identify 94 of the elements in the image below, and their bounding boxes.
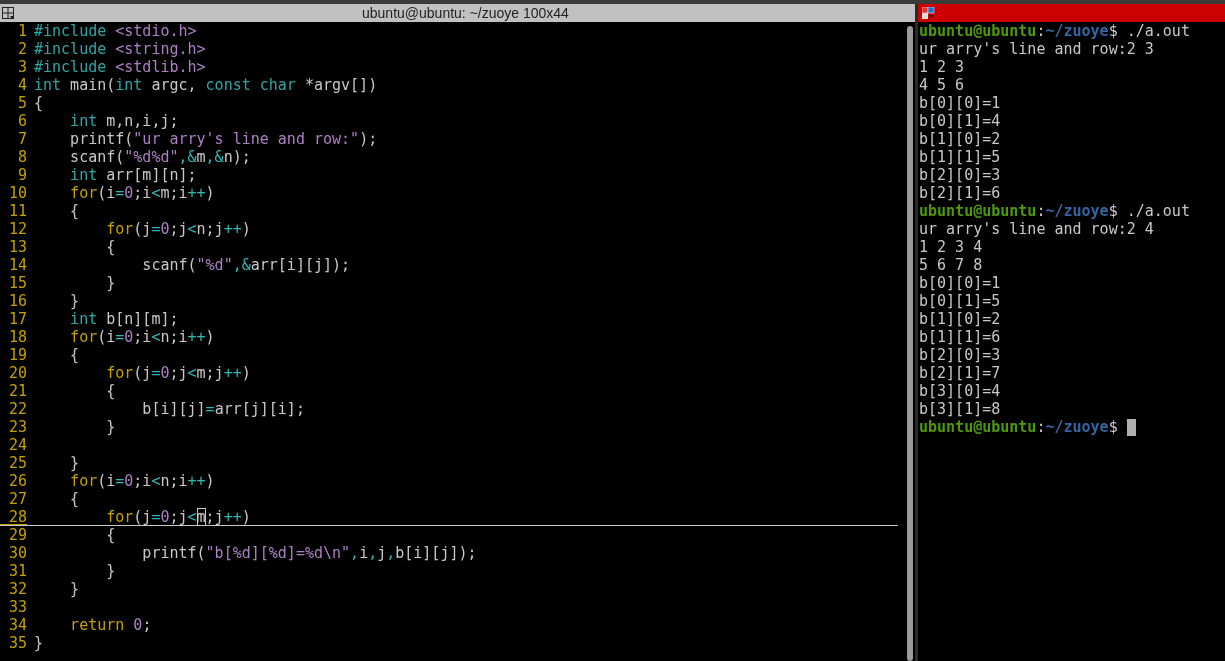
line-number: 32 bbox=[7, 580, 27, 598]
line-number: 23 bbox=[7, 418, 27, 436]
terminal-output-line: b[2][0]=3 bbox=[919, 166, 1001, 184]
code-line: int arr[m][n]; bbox=[69, 166, 197, 184]
line-number: 26 bbox=[7, 472, 27, 490]
terminal-output-line: b[2][0]=3 bbox=[919, 346, 1001, 364]
code-line: int b[n][m]; bbox=[69, 310, 179, 328]
line-number: 30 bbox=[7, 544, 27, 562]
terminal-output-line: b[1][0]=2 bbox=[919, 130, 1001, 148]
terminal-output-line: 1 2 3 4 bbox=[919, 238, 983, 256]
line-number: 20 bbox=[7, 364, 27, 382]
terminal-output-line: b[1][1]=6 bbox=[919, 328, 1001, 346]
terminal-output-line: b[1][0]=2 bbox=[919, 310, 1001, 328]
code-line: for(j=0;j<m;j++) bbox=[105, 364, 251, 382]
pane-menu-icon bbox=[922, 6, 935, 20]
code-line: for(i=0;i<n;i++) bbox=[69, 328, 215, 346]
line-number: 35 bbox=[7, 634, 27, 652]
code-line: } bbox=[69, 292, 80, 310]
window-title: ubuntu@ubuntu: ~/zuoye 100x44 bbox=[362, 4, 569, 22]
code-line: { bbox=[34, 94, 44, 112]
line-number: 10 bbox=[7, 184, 27, 202]
code-line: int m,n,i,j; bbox=[69, 112, 179, 130]
terminal-output-line: b[1][1]=5 bbox=[919, 148, 1001, 166]
code-line: b[i][j]=arr[j][i]; bbox=[141, 400, 305, 418]
code-line: } bbox=[105, 562, 116, 580]
line-number: 22 bbox=[7, 400, 27, 418]
line-number: 24 bbox=[7, 436, 27, 454]
code-line: scanf("%d",&arr[i][j]); bbox=[141, 256, 351, 274]
code-line: { bbox=[69, 490, 80, 508]
code-line: { bbox=[105, 238, 116, 256]
code-line: for(i=0;i<n;i++) bbox=[69, 472, 215, 490]
line-number: 3 bbox=[16, 58, 27, 76]
pane-menu-icon bbox=[2, 6, 15, 20]
code-line: } bbox=[69, 454, 80, 472]
code-line: #include <stdio.h> bbox=[34, 22, 197, 40]
terminal-output-line: b[3][0]=4 bbox=[919, 382, 1001, 400]
code-line: } bbox=[34, 634, 44, 652]
code-line: } bbox=[105, 274, 116, 292]
terminal-output-line: b[0][0]=1 bbox=[919, 274, 1001, 292]
code-line: for(i=0;i<m;i++) bbox=[69, 184, 215, 202]
terminal-output-line: b[3][1]=8 bbox=[919, 400, 1001, 418]
line-number: 19 bbox=[7, 346, 27, 364]
line-number: 6 bbox=[16, 112, 27, 130]
code-line: printf("ur arry's line and row:"); bbox=[69, 130, 378, 148]
terminal-output-line: b[0][1]=4 bbox=[919, 112, 1001, 130]
line-number: 17 bbox=[7, 310, 27, 328]
code-line: } bbox=[69, 580, 80, 598]
line-number: 8 bbox=[16, 148, 27, 166]
code-line: int main(int argc, const char *argv[]) bbox=[34, 76, 378, 94]
line-number: 11 bbox=[7, 202, 27, 220]
code-line: #include <string.h> bbox=[34, 40, 206, 58]
terminal-output-line: b[0][0]=1 bbox=[919, 94, 1001, 112]
code-line: } bbox=[105, 418, 116, 436]
line-number: 28 bbox=[0, 508, 27, 525]
code-line: { bbox=[105, 526, 116, 544]
line-number: 4 bbox=[16, 76, 27, 94]
line-number: 5 bbox=[16, 94, 27, 112]
line-number: 18 bbox=[7, 328, 27, 346]
line-number: 34 bbox=[7, 616, 27, 634]
code-line: #include <stdlib.h> bbox=[34, 58, 206, 76]
line-number: 29 bbox=[7, 526, 27, 544]
line-number: 9 bbox=[16, 166, 27, 184]
line-number: 15 bbox=[7, 274, 27, 292]
line-number: 16 bbox=[7, 292, 27, 310]
line-number: 2 bbox=[16, 40, 27, 58]
line-number: 33 bbox=[7, 598, 27, 616]
code-line: scanf("%d%d",&m,&n); bbox=[69, 148, 251, 166]
code-line: for(j=0;j<n;j++) bbox=[105, 220, 251, 238]
terminal-output-line: ur arry's line and row:2 3 bbox=[919, 40, 1154, 58]
line-number: 21 bbox=[7, 382, 27, 400]
terminal-output-line: b[2][1]=7 bbox=[919, 364, 1001, 382]
line-number: 14 bbox=[7, 256, 27, 274]
code-line: { bbox=[105, 382, 116, 400]
scrollbar[interactable] bbox=[907, 26, 913, 661]
shell-prompt: ubuntu@ubuntu:~/zuoye$ ./a.out bbox=[919, 202, 1190, 220]
line-number: 7 bbox=[16, 130, 27, 148]
terminal-output-line: b[0][1]=5 bbox=[919, 292, 1001, 310]
terminal-output-line: 5 6 7 8 bbox=[919, 256, 983, 274]
line-number: 27 bbox=[7, 490, 27, 508]
line-number: 12 bbox=[7, 220, 27, 238]
shell-prompt: ubuntu@ubuntu:~/zuoye$ bbox=[919, 418, 1118, 436]
code-line: { bbox=[69, 202, 80, 220]
terminal-output-line: b[2][1]=6 bbox=[919, 184, 1001, 202]
line-number: 31 bbox=[7, 562, 27, 580]
terminal-output-line: 4 5 6 bbox=[919, 76, 965, 94]
code-line: return 0; bbox=[69, 616, 152, 634]
terminal-output-line: ur arry's line and row:2 4 bbox=[919, 220, 1154, 238]
line-number: 25 bbox=[7, 454, 27, 472]
terminal-output-line: 1 2 3 bbox=[919, 58, 965, 76]
shell-prompt: ubuntu@ubuntu:~/zuoye$ ./a.out bbox=[919, 22, 1190, 40]
line-number: 13 bbox=[7, 238, 27, 256]
code-line: { bbox=[69, 346, 80, 364]
code-line: printf("b[%d][%d]=%d\n",i,j,b[i][j]); bbox=[141, 544, 477, 562]
line-number: 1 bbox=[16, 22, 27, 40]
